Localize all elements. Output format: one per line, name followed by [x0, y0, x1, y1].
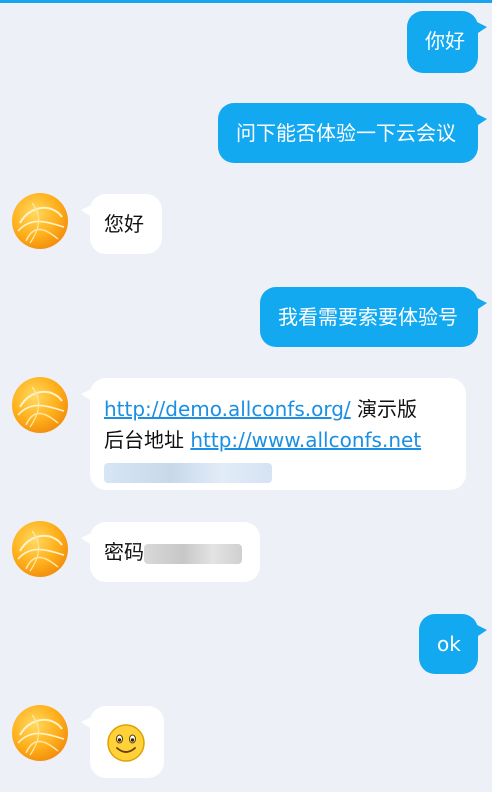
message-outgoing[interactable]: ok	[419, 614, 487, 674]
message-text: 问下能否体验一下云会议	[236, 121, 456, 145]
message-text: 密码	[104, 540, 144, 564]
message-text: 你好	[425, 29, 465, 53]
smiley-icon	[107, 724, 145, 762]
message-line: http://demo.allconfs.org/ 演示版	[104, 394, 452, 425]
redacted-password	[144, 543, 242, 564]
redacted-line	[104, 456, 452, 483]
message-text: 我看需要索要体验号	[278, 305, 458, 329]
top-accent-bar	[0, 0, 492, 3]
message-outgoing[interactable]: 我看需要索要体验号	[260, 287, 487, 347]
demo-link[interactable]: http://demo.allconfs.org/	[104, 397, 351, 421]
message-incoming[interactable]	[81, 706, 164, 778]
redacted-content	[104, 462, 272, 483]
message-text: 您好	[104, 212, 144, 236]
message-incoming[interactable]: 您好	[81, 194, 162, 254]
message-incoming[interactable]: 密码	[81, 522, 260, 582]
message-outgoing[interactable]: 问下能否体验一下云会议	[218, 103, 487, 163]
message-outgoing[interactable]: 你好	[407, 11, 487, 73]
admin-link[interactable]: http://www.allconfs.net	[190, 428, 421, 452]
contact-avatar[interactable]	[12, 705, 68, 761]
message-incoming[interactable]: http://demo.allconfs.org/ 演示版 后台地址 http:…	[81, 378, 466, 490]
contact-avatar[interactable]	[12, 521, 68, 577]
message-text: 演示版	[350, 397, 417, 421]
message-text: 后台地址	[104, 428, 191, 452]
message-line: 后台地址 http://www.allconfs.net	[104, 425, 452, 456]
contact-avatar[interactable]	[12, 193, 68, 249]
contact-avatar[interactable]	[12, 377, 68, 433]
message-text: ok	[437, 632, 461, 656]
